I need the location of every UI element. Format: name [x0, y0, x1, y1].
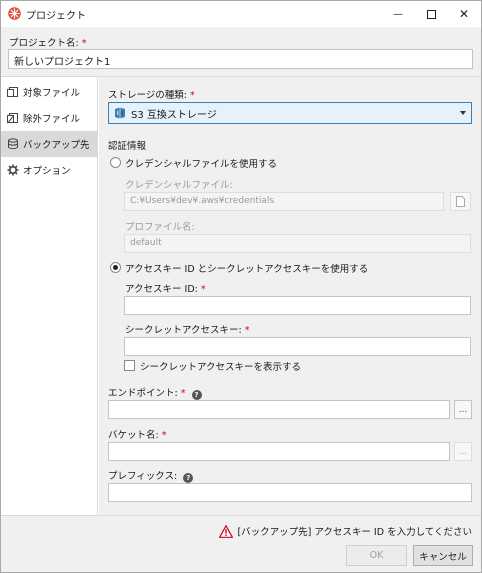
profile-input[interactable]: default — [124, 234, 471, 253]
help-icon[interactable]: ? — [183, 473, 194, 483]
sidebar-item-label: 対象ファイル — [23, 88, 81, 99]
app-logo-icon — [8, 7, 21, 20]
sidebar-item-label: バックアップ先 — [23, 140, 90, 151]
bucket-name-label: バケット名: * — [108, 430, 167, 441]
chevron-down-icon — [460, 111, 466, 115]
project-dialog: プロジェクト — ✕ プロジェクト名: * 新しいプロジェクト1 対象ファイル — [0, 0, 482, 573]
endpoint-browse-button[interactable]: ... — [454, 400, 472, 419]
secret-key-input[interactable] — [124, 337, 471, 356]
s3-bucket-icon — [115, 107, 125, 119]
close-button[interactable]: ✕ — [447, 1, 481, 27]
validation-message: [バックアップ先] アクセスキー ID を入力してください — [219, 524, 472, 538]
sidebar-item-label: オプション — [23, 166, 71, 177]
show-secret-checkbox[interactable] — [124, 360, 135, 371]
minimize-icon: — — [393, 8, 403, 20]
sidebar-item-target-files[interactable]: 対象ファイル — [1, 79, 98, 105]
validation-message-text: [バックアップ先] アクセスキー ID を入力してください — [237, 527, 472, 538]
access-key-id-label: アクセスキー ID: * — [125, 284, 206, 295]
close-icon: ✕ — [458, 7, 470, 21]
ok-button[interactable]: OK — [346, 545, 407, 566]
sidebar-item-options[interactable]: オプション — [1, 157, 98, 183]
title-bar[interactable]: プロジェクト — ✕ — [1, 1, 481, 27]
browse-file-button[interactable] — [450, 192, 471, 211]
credential-file-option-label: クレデンシャルファイルを使用する — [125, 159, 278, 170]
credential-file-input[interactable]: C:¥Users¥dev¥.aws¥credentials — [124, 192, 444, 211]
credential-file-radio[interactable] — [110, 157, 121, 168]
database-icon — [7, 138, 19, 150]
minimize-button[interactable]: — — [381, 1, 415, 27]
sidebar-item-exclude-files[interactable]: 除外ファイル — [1, 105, 98, 131]
required-mark: * — [81, 38, 87, 49]
sidebar-item-backup-destination[interactable]: バックアップ先 — [1, 131, 98, 157]
prefix-input[interactable] — [108, 483, 472, 502]
warning-icon — [219, 524, 234, 538]
project-name-input[interactable]: 新しいプロジェクト1 — [8, 49, 473, 69]
access-key-id-input[interactable] — [124, 296, 471, 315]
gear-icon — [7, 164, 19, 176]
endpoint-label: エンドポイント: * ? — [108, 385, 202, 400]
secret-key-label: シークレットアクセスキー: * — [125, 325, 250, 336]
cancel-button[interactable]: キャンセル — [413, 545, 473, 566]
maximize-icon — [426, 9, 436, 19]
access-key-option-label: アクセスキー ID とシークレットアクセスキーを使用する — [125, 264, 369, 275]
file-icon — [456, 196, 465, 207]
content-area: 対象ファイル 除外ファイル バックアップ先 オプション ストレージの種類: * … — [1, 76, 481, 516]
project-name-label: プロジェクト名: * — [9, 38, 87, 49]
prefix-label: プレフィックス: ? — [108, 468, 194, 483]
profile-label: プロファイル名: — [125, 222, 195, 233]
exclude-file-icon — [7, 112, 19, 124]
window-title: プロジェクト — [26, 11, 86, 22]
help-icon[interactable]: ? — [191, 390, 202, 400]
storage-type-select[interactable]: S3 互換ストレージ — [108, 102, 472, 124]
sidebar: 対象ファイル 除外ファイル バックアップ先 オプション — [1, 77, 98, 515]
file-icon — [7, 86, 19, 98]
bucket-name-input[interactable] — [108, 442, 450, 461]
auth-section-label: 認証情報 — [108, 141, 147, 152]
radio-selected-dot — [113, 265, 118, 270]
maximize-button[interactable] — [414, 1, 448, 27]
show-secret-label: シークレットアクセスキーを表示する — [140, 362, 302, 373]
credential-file-label: クレデンシャルファイル: — [125, 180, 233, 191]
backup-destination-panel: ストレージの種類: * S3 互換ストレージ 認証情報 クレデンシャルファイルを… — [99, 77, 481, 515]
sidebar-item-label: 除外ファイル — [23, 114, 81, 125]
endpoint-input[interactable] — [108, 400, 450, 419]
access-key-radio[interactable] — [110, 262, 121, 273]
bucket-browse-button[interactable]: ... — [454, 442, 472, 461]
storage-type-label: ストレージの種類: * — [108, 90, 195, 101]
storage-type-value: S3 互換ストレージ — [131, 109, 217, 121]
